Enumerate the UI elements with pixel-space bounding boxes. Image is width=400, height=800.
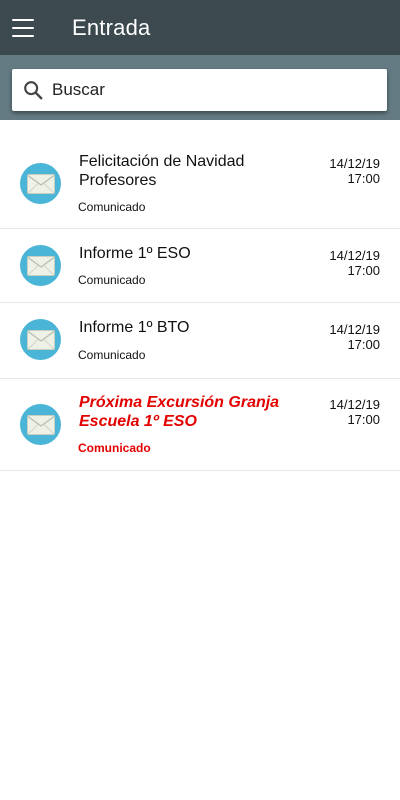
message-category: Comunicado <box>78 200 146 214</box>
search-input[interactable] <box>50 79 374 101</box>
message-row[interactable]: Felicitación de Navidad Profesores Comun… <box>0 132 400 229</box>
message-datetime: 14/12/19 17:00 <box>329 248 380 278</box>
message-time: 17:00 <box>347 171 380 186</box>
message-date: 14/12/19 <box>329 397 380 412</box>
envelope-icon <box>20 163 61 204</box>
message-category: Comunicado <box>78 441 151 455</box>
hamburger-menu-icon[interactable] <box>12 18 34 37</box>
app-bar: Entrada <box>0 0 400 55</box>
message-time: 17:00 <box>347 263 380 278</box>
page-title: Entrada <box>72 14 151 40</box>
message-row[interactable]: Informe 1º ESO Comunicado 14/12/19 17:00 <box>0 229 400 303</box>
envelope-icon <box>20 319 61 360</box>
message-date: 14/12/19 <box>329 156 380 171</box>
message-time: 17:00 <box>347 412 380 427</box>
message-date: 14/12/19 <box>329 322 380 337</box>
message-subject: Informe 1º ESO <box>79 245 191 262</box>
message-category: Comunicado <box>78 348 146 362</box>
search-bar <box>0 55 400 120</box>
envelope-icon <box>20 245 61 286</box>
message-subject: Próxima Excursión Granja Escuela 1º ESO <box>79 394 280 430</box>
message-list: Felicitación de Navidad Profesores Comun… <box>0 132 400 471</box>
message-subject: Felicitación de Navidad Profesores <box>79 153 245 189</box>
message-subject: Informe 1º BTO <box>79 319 190 336</box>
message-category: Comunicado <box>78 273 146 287</box>
message-row[interactable]: Informe 1º BTO Comunicado 14/12/19 17:00 <box>0 303 400 379</box>
message-datetime: 14/12/19 17:00 <box>329 397 380 427</box>
search-icon <box>24 81 43 100</box>
message-datetime: 14/12/19 17:00 <box>329 322 380 352</box>
message-row[interactable]: Próxima Excursión Granja Escuela 1º ESO … <box>0 379 400 471</box>
message-datetime: 14/12/19 17:00 <box>329 156 380 186</box>
envelope-icon <box>20 404 61 445</box>
message-time: 17:00 <box>347 337 380 352</box>
search-box[interactable] <box>12 69 387 111</box>
message-date: 14/12/19 <box>329 248 380 263</box>
